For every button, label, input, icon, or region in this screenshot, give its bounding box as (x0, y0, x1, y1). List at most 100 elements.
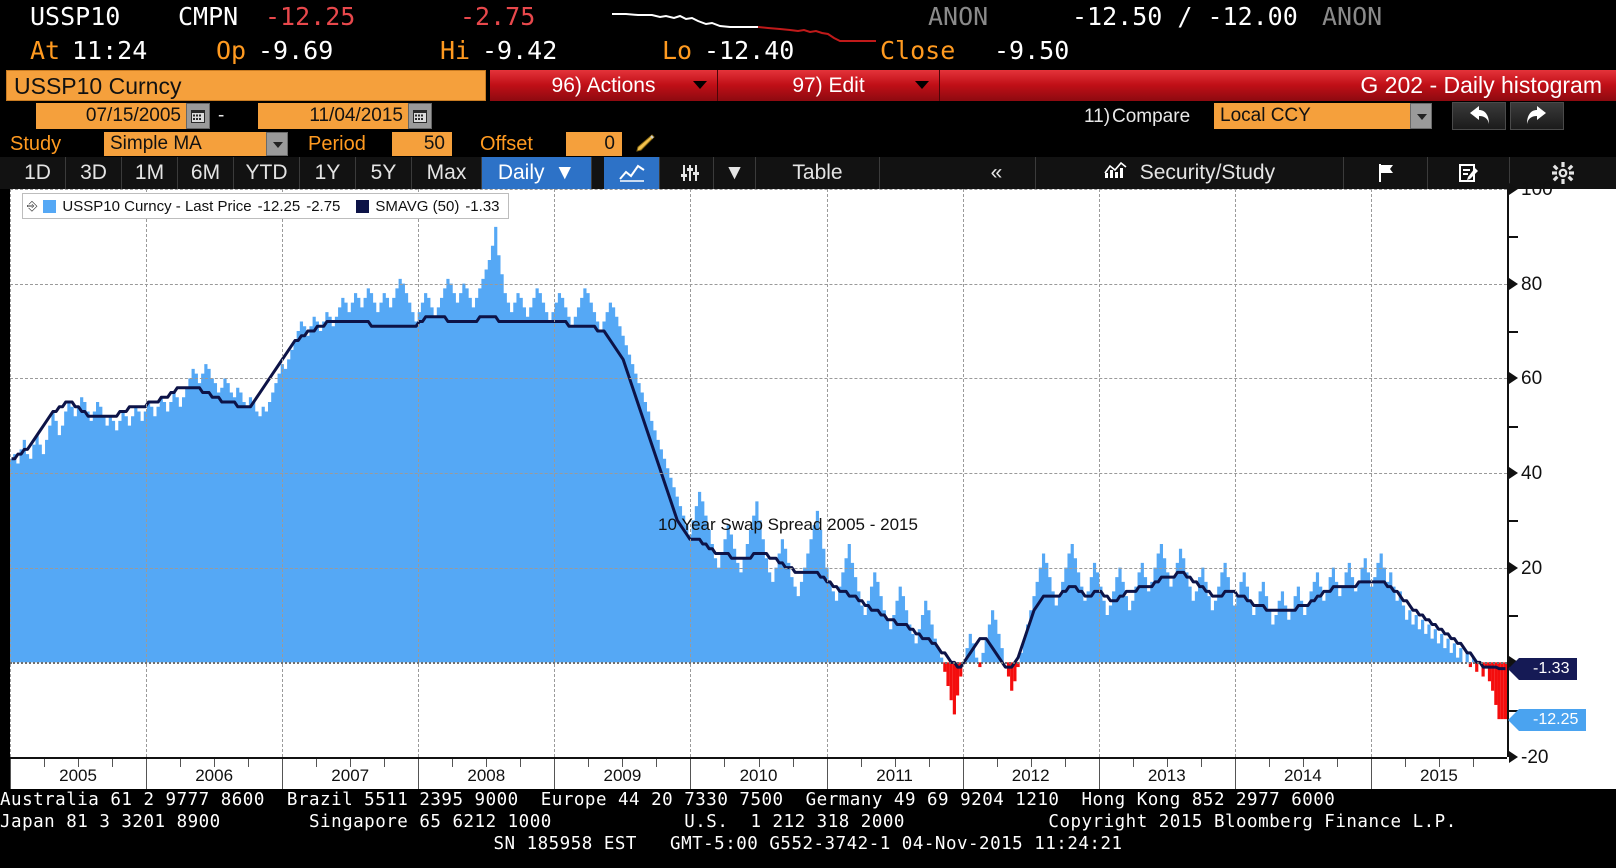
quote-source: CMPN (178, 2, 239, 31)
actions-button[interactable]: 96) Actions (490, 70, 718, 101)
end-date-input[interactable]: 11/04/2015 (258, 103, 408, 129)
x-axis-minor-tick (1302, 759, 1304, 767)
screen-title: G 202 - Daily histogram (1360, 72, 1602, 98)
security-study-button[interactable]: Security/Study (1036, 157, 1344, 189)
calendar-icon[interactable] (408, 103, 432, 129)
gridline-vertical (690, 189, 692, 757)
interval-label: Daily (497, 161, 545, 184)
x-axis-minor-tick (894, 759, 896, 767)
x-axis-minor-tick (1438, 759, 1440, 767)
x-axis-tick (690, 759, 692, 789)
tab-ytd[interactable]: YTD (234, 157, 300, 189)
quote-last-price: -12.25 (265, 2, 356, 31)
security-input[interactable]: USSP10 Curncy (6, 70, 486, 101)
y-axis-minor-tick (1509, 615, 1518, 617)
start-date-input[interactable]: 07/15/2005 (36, 103, 186, 129)
x-axis-minor-tick (316, 759, 318, 767)
security-study-label: Security/Study (1139, 161, 1276, 184)
x-axis-minor-tick (44, 759, 46, 767)
quote-high-label: Hi (440, 36, 471, 65)
edit-button[interactable]: 97) Edit (718, 70, 940, 101)
study-select[interactable]: Simple MA (104, 132, 270, 156)
gridline-horizontal (10, 283, 1507, 285)
x-axis-minor-tick (656, 759, 658, 767)
x-axis-label: 2009 (603, 766, 642, 785)
chevron-down-icon[interactable] (266, 132, 288, 156)
date-separator: - (218, 105, 225, 126)
quote-low-value: -12.40 (704, 36, 795, 65)
y-axis-minor-tick (1509, 331, 1518, 333)
quote-contributor-left: ANON (928, 2, 989, 31)
legend-smavg-last: -1.33 (465, 197, 500, 215)
chart-type-dropdown[interactable]: ▼ (714, 157, 756, 189)
period-input[interactable]: 50 (392, 132, 452, 156)
tab-1d[interactable]: 1D (10, 157, 66, 189)
quote-row-primary: USSP10 CMPN -12.25 -2.75 ANON -12.50 / -… (0, 2, 1616, 42)
x-axis-label: 2015 (1420, 766, 1458, 785)
redo-button[interactable] (1510, 102, 1564, 130)
gridline-vertical (146, 189, 148, 757)
x-axis-minor-tick (78, 759, 80, 767)
chart-bars-icon (1104, 157, 1128, 189)
x-axis-label: 2006 (195, 766, 234, 785)
legend-label-smavg: SMAVG (50) (375, 197, 460, 215)
x-axis-tick (418, 759, 420, 789)
chart-type-line-button[interactable] (604, 157, 660, 189)
x-axis-label: 2013 (1147, 766, 1186, 785)
edit-annotations-button[interactable] (1428, 157, 1510, 189)
x-axis-minor-tick (214, 759, 216, 767)
gridline-horizontal (10, 473, 1507, 474)
tab-3d[interactable]: 3D (66, 157, 122, 189)
y-axis-tick (1509, 561, 1518, 574)
compare-select[interactable]: Local CCY (1214, 103, 1410, 129)
x-axis-label: 2011 (876, 766, 913, 785)
tab-1m[interactable]: 1M (122, 157, 178, 189)
actions-button-label: 96) Actions (551, 74, 656, 97)
chart-area: ⎆ USSP10 Curncy - Last Price -12.25 -2.7… (0, 180, 1616, 789)
gridline-vertical (1234, 189, 1236, 757)
x-axis-minor-tick (1132, 759, 1134, 767)
undo-button[interactable] (1452, 102, 1506, 130)
x-axis-tick (282, 759, 284, 789)
chart-settings-sliders-button[interactable] (666, 157, 714, 189)
y-axis-minor-tick (1509, 236, 1518, 239)
x-axis-minor-tick (1268, 759, 1270, 767)
x-axis-minor-tick (792, 759, 794, 767)
tab-6m[interactable]: 6M (178, 157, 234, 189)
legend-swatch-smavg (356, 199, 370, 213)
y-axis-minor-tick (1509, 520, 1518, 523)
period-label: Period (308, 133, 366, 155)
chevron-down-icon (915, 81, 929, 89)
collapse-panel-button[interactable]: « (958, 157, 1036, 189)
x-axis-tick (146, 759, 148, 789)
pencil-edit-icon[interactable] (632, 133, 656, 160)
x-axis-label: 2012 (1011, 766, 1050, 785)
price-bar-negative (949, 662, 953, 701)
legend-label-price: USSP10 Curncy - Last Price (62, 197, 252, 215)
x-axis-tick (1370, 759, 1372, 789)
calendar-icon[interactable] (186, 103, 210, 129)
x-axis-label: 2014 (1283, 766, 1322, 785)
legend-collapse-icon[interactable]: ⎆ (27, 198, 37, 214)
price-tag-smavg: -1.33 (1507, 657, 1578, 680)
price-bar-negative (1497, 662, 1501, 720)
gridline-vertical (10, 189, 11, 757)
tab-5y[interactable]: 5Y (356, 157, 412, 189)
interval-select[interactable]: Daily ▼ (482, 157, 592, 189)
quote-close-label: Close (880, 36, 956, 65)
chevron-down-icon (693, 81, 707, 89)
price-bar-negative (952, 662, 956, 715)
offset-input[interactable]: 0 (566, 132, 622, 156)
x-axis: 2005 2006 2007 2008 2009 2010 2011 2012 2013 2014… (10, 757, 1507, 789)
tab-1y[interactable]: 1Y (300, 157, 356, 189)
study-row: Study Simple MA Period 50 Offset 0 (0, 131, 1616, 157)
tab-max[interactable]: Max (412, 157, 482, 189)
table-button[interactable]: Table (756, 157, 880, 189)
chevron-down-icon[interactable] (1410, 103, 1432, 129)
chart-plot[interactable]: ⎆ USSP10 Curncy - Last Price -12.25 -2.7… (10, 189, 1507, 757)
x-axis-minor-tick (486, 759, 488, 767)
x-axis-tick (1234, 759, 1236, 789)
annotate-flag-button[interactable] (1344, 157, 1428, 189)
x-axis-minor-tick (180, 759, 182, 767)
x-axis-tick (826, 759, 828, 789)
